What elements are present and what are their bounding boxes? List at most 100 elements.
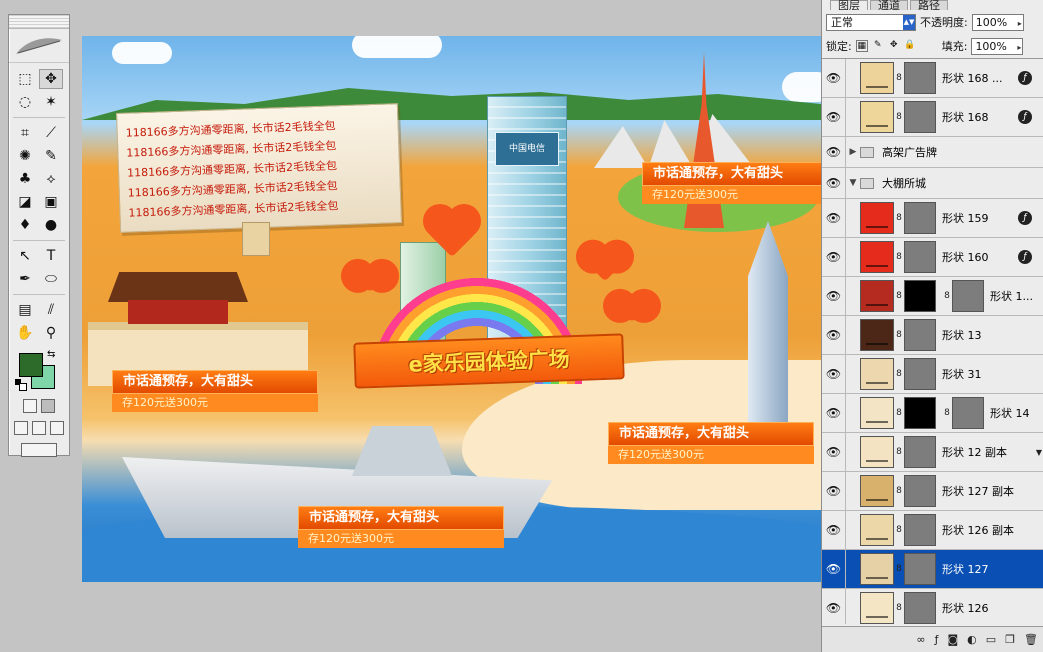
- standard-mode-icon[interactable]: [23, 399, 37, 413]
- layer-name[interactable]: 形状 13: [942, 327, 982, 343]
- lock-image-icon[interactable]: ✎: [872, 40, 884, 52]
- foreground-color-swatch[interactable]: [19, 353, 43, 377]
- type-tool-icon[interactable]: T: [39, 246, 63, 266]
- brush-tool-icon[interactable]: ✎: [39, 146, 63, 166]
- gradient-tool-icon[interactable]: ▣: [39, 192, 63, 212]
- layer-name[interactable]: 形状 159: [942, 210, 989, 226]
- layer-color-thumbnail[interactable]: [860, 202, 894, 234]
- lock-position-icon[interactable]: ✥: [888, 40, 900, 52]
- layer-row[interactable]: 👁 8 8 形状 14: [822, 394, 1043, 433]
- layer-name[interactable]: 形状 168 ...: [942, 70, 1002, 86]
- layer-effects-icon[interactable]: ƒ: [1018, 71, 1032, 85]
- vector-mask-thumbnail[interactable]: [904, 514, 936, 546]
- visibility-eye-icon[interactable]: 👁: [822, 199, 846, 237]
- dodge-tool-icon[interactable]: ●: [39, 215, 63, 235]
- layer-row[interactable]: 👁 8 形状 160 ƒ: [822, 238, 1043, 277]
- layer-row[interactable]: 👁 8 形状 127 副本: [822, 472, 1043, 511]
- move-tool-icon[interactable]: ✥: [39, 69, 63, 89]
- layer-color-thumbnail[interactable]: [860, 280, 894, 312]
- add-mask-icon[interactable]: ◙: [947, 633, 958, 646]
- visibility-eye-icon[interactable]: 👁: [822, 589, 846, 624]
- document-canvas[interactable]: 118166多方沟通零距离, 长市话2毛钱全包 118166多方沟通零距离, 长…: [82, 36, 821, 582]
- layer-effects-icon[interactable]: ƒ: [1018, 211, 1032, 225]
- opacity-field[interactable]: 100% ▸: [971, 13, 1024, 31]
- lock-all-icon[interactable]: 🔒: [904, 40, 916, 52]
- screen-mode-full-icon[interactable]: [50, 421, 64, 435]
- layer-name[interactable]: 形状 127: [942, 561, 989, 577]
- layer-name[interactable]: 形状 31: [942, 366, 982, 382]
- visibility-eye-icon[interactable]: 👁: [822, 316, 846, 354]
- visibility-eye-icon[interactable]: 👁: [822, 355, 846, 393]
- layer-color-thumbnail[interactable]: [860, 553, 894, 585]
- visibility-eye-icon[interactable]: 👁: [822, 472, 846, 510]
- blur-tool-icon[interactable]: ♦: [13, 215, 37, 235]
- new-group-icon[interactable]: ▭: [986, 633, 996, 646]
- pen-tool-icon[interactable]: ✒: [13, 269, 37, 289]
- vector-mask-thumbnail[interactable]: [904, 202, 936, 234]
- layer-row[interactable]: 👁 8 形状 126: [822, 589, 1043, 624]
- layer-color-thumbnail[interactable]: [860, 319, 894, 351]
- healing-brush-icon[interactable]: ✺: [13, 146, 37, 166]
- new-layer-icon[interactable]: ❐: [1005, 633, 1015, 646]
- layer-name[interactable]: 形状 160: [942, 249, 989, 265]
- link-layers-icon[interactable]: ∞: [916, 633, 925, 646]
- history-brush-icon[interactable]: ⟡: [39, 169, 63, 189]
- layer-row[interactable]: 👁 8 8 形状 1...: [822, 277, 1043, 316]
- vector-mask-thumbnail[interactable]: [904, 436, 936, 468]
- scroll-arrow-icon[interactable]: ▼: [1036, 448, 1042, 457]
- visibility-eye-icon[interactable]: 👁: [822, 238, 846, 276]
- palette-grip[interactable]: [9, 15, 69, 29]
- vector-mask-thumbnail[interactable]: [952, 280, 984, 312]
- vector-mask-thumbnail[interactable]: [904, 101, 936, 133]
- layer-row[interactable]: 👁 8 形状 31: [822, 355, 1043, 394]
- screen-mode-standard-icon[interactable]: [14, 421, 28, 435]
- layer-color-thumbnail[interactable]: [860, 358, 894, 390]
- visibility-eye-icon[interactable]: 👁: [822, 511, 846, 549]
- default-colors-icon[interactable]: [15, 379, 27, 391]
- eyedropper-icon[interactable]: ⫽: [39, 300, 63, 320]
- lock-transparency-icon[interactable]: ▦: [855, 40, 868, 52]
- layer-color-thumbnail[interactable]: [860, 397, 894, 429]
- layer-name[interactable]: 形状 1...: [990, 288, 1033, 304]
- quick-mask-mode-icon[interactable]: [41, 399, 55, 413]
- screen-mode-menu-icon[interactable]: [32, 421, 46, 435]
- swap-colors-icon[interactable]: ⇆: [47, 349, 55, 360]
- expand-right-icon[interactable]: ▶: [846, 147, 860, 157]
- layer-name[interactable]: 形状 126 副本: [942, 522, 1014, 538]
- layer-name[interactable]: 形状 168: [942, 109, 989, 125]
- layer-name[interactable]: 形状 12 副本: [942, 444, 1007, 460]
- layer-row[interactable]: 👁 8 形状 168 ƒ: [822, 98, 1043, 137]
- vector-mask-thumbnail[interactable]: [904, 397, 936, 429]
- layer-color-thumbnail[interactable]: [860, 592, 894, 624]
- layer-name[interactable]: 大棚所城: [882, 175, 926, 191]
- layer-color-thumbnail[interactable]: [860, 241, 894, 273]
- layer-name[interactable]: 高架广告牌: [882, 144, 937, 160]
- layer-effects-icon[interactable]: ƒ: [1018, 250, 1032, 264]
- adjustment-layer-icon[interactable]: ◐: [967, 633, 977, 646]
- layer-name[interactable]: 形状 14: [990, 405, 1030, 421]
- notes-tool-icon[interactable]: ▤: [13, 300, 37, 320]
- tab-layers[interactable]: 图层: [830, 0, 868, 10]
- layer-name[interactable]: 形状 126: [942, 600, 989, 616]
- layer-group-row[interactable]: 👁 ▶ 高架广告牌: [822, 137, 1043, 168]
- vector-mask-thumbnail[interactable]: [904, 592, 936, 624]
- layer-color-thumbnail[interactable]: [860, 101, 894, 133]
- visibility-eye-icon[interactable]: 👁: [822, 59, 846, 97]
- shape-tool-icon[interactable]: ⬭: [39, 269, 63, 289]
- fill-arrow-icon[interactable]: ▸: [1017, 40, 1021, 55]
- layer-effects-icon[interactable]: ƒ: [1018, 110, 1032, 124]
- layer-row[interactable]: 👁 8 形状 168 ... ƒ: [822, 59, 1043, 98]
- hand-tool-icon[interactable]: ✋: [13, 323, 37, 343]
- tab-channels[interactable]: 通道: [870, 0, 908, 10]
- vector-mask-thumbnail[interactable]: [904, 475, 936, 507]
- layer-color-thumbnail[interactable]: [860, 514, 894, 546]
- visibility-eye-icon[interactable]: 👁: [822, 277, 846, 315]
- lasso-tool-icon[interactable]: ◌: [13, 92, 37, 112]
- vector-mask-thumbnail[interactable]: [904, 241, 936, 273]
- visibility-eye-icon[interactable]: 👁: [822, 550, 846, 588]
- visibility-eye-icon[interactable]: 👁: [822, 394, 846, 432]
- add-style-icon[interactable]: ƒ: [935, 633, 939, 646]
- opacity-arrow-icon[interactable]: ▸: [1018, 16, 1022, 31]
- slice-tool-icon[interactable]: ⟋: [39, 123, 63, 143]
- visibility-eye-icon[interactable]: 👁: [822, 98, 846, 136]
